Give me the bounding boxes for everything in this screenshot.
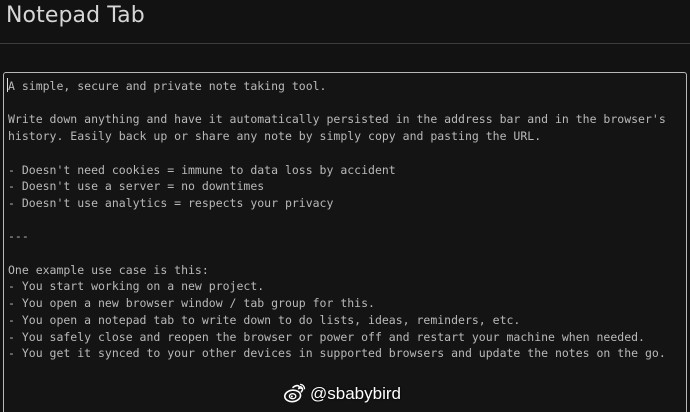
notepad-page: Notepad Tab A simple, secure and private… — [0, 0, 690, 412]
text-caret — [7, 78, 8, 92]
weibo-logo-icon — [284, 383, 306, 403]
watermark-text: @sbabybird — [310, 384, 401, 403]
page-title: Notepad Tab — [6, 3, 145, 28]
header: Notepad Tab — [0, 0, 690, 44]
note-editor[interactable]: A simple, secure and private note taking… — [3, 72, 687, 412]
note-textarea[interactable]: A simple, secure and private note taking… — [4, 73, 686, 362]
watermark: @sbabybird — [282, 381, 401, 407]
